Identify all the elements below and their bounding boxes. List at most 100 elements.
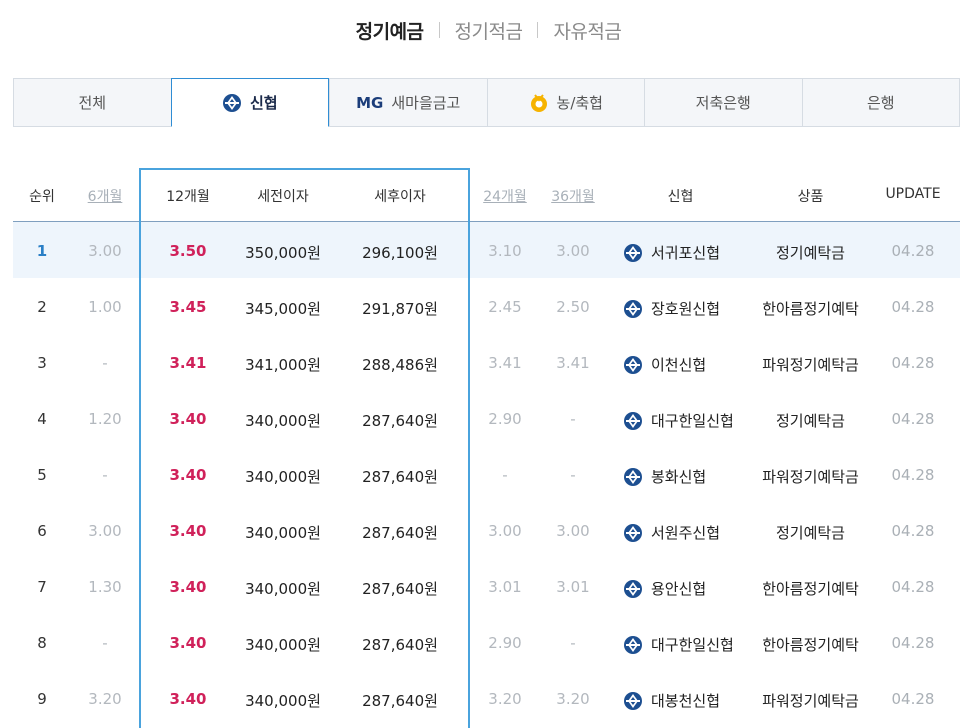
header-update: UPDATE	[885, 186, 941, 202]
cell-update: 04.28	[891, 690, 935, 708]
cell-aftertax-interest: 287,640원	[362, 412, 438, 430]
tab-free-savings[interactable]: 자유적금	[553, 17, 621, 44]
table-row[interactable]: 3 - 3.41 341,000원 288,486원 3.41 3.41 이천신협 파워정기예탁…	[13, 334, 960, 390]
cell-product: 파워정기예탁금	[762, 692, 859, 710]
table-row[interactable]: 9 3.20 3.40 340,000원 287,640원 3.20 3.20 대봉천신협 파워…	[13, 670, 960, 726]
cell-update: 04.28	[891, 242, 935, 260]
cell-24month: 3.10	[488, 242, 522, 260]
cell-pretax-interest: 340,000원	[245, 580, 321, 598]
tab-time-deposit[interactable]: 정기예금	[356, 17, 424, 44]
cell-24month: 3.41	[488, 354, 522, 372]
tab-all[interactable]: 전체	[13, 79, 171, 126]
cell-update: 04.28	[891, 466, 935, 484]
bank-name[interactable]: 대봉천신협	[651, 690, 720, 711]
table-row[interactable]: 5 - 3.40 340,000원 287,640원 - - 봉화신협 파워정기예탁금 04.28	[13, 446, 960, 502]
cell-product: 정기예탁금	[775, 524, 845, 542]
shinhyup-icon	[623, 579, 643, 599]
shinhyup-icon	[623, 523, 643, 543]
cell-36month: 3.00	[556, 522, 590, 540]
tab-label: 은행	[866, 94, 895, 112]
cell-12month-rate: 3.40	[169, 690, 207, 708]
cell-update: 04.28	[891, 298, 935, 316]
cell-6month: -	[102, 466, 108, 484]
cell-update: 04.28	[891, 634, 935, 652]
tab-shinhyup[interactable]: 신협	[170, 78, 329, 127]
cell-pretax-interest: 345,000원	[245, 300, 321, 318]
header-aftertax-interest: 세후이자	[374, 189, 426, 205]
nonghyup-icon	[530, 93, 547, 112]
cell-aftertax-interest: 287,640원	[362, 468, 438, 486]
tab-saemaeul[interactable]: MG 새마을금고	[329, 79, 487, 126]
cell-pretax-interest: 340,000원	[245, 468, 321, 486]
cell-24month: -	[502, 466, 508, 484]
cell-rank: 8	[37, 634, 47, 652]
table-row[interactable]: 6 3.00 3.40 340,000원 287,640원 3.00 3.00 서원주신협 정기…	[13, 502, 960, 558]
bank-name[interactable]: 대구한일신협	[651, 634, 734, 655]
cell-rank: 1	[36, 242, 48, 260]
cell-36month: -	[570, 410, 576, 428]
cell-6month: -	[102, 354, 108, 372]
shinhyup-icon	[222, 93, 241, 112]
cell-36month: 3.01	[556, 578, 590, 596]
shinhyup-icon	[623, 355, 643, 375]
cell-12month-rate: 3.40	[169, 466, 207, 484]
table-header: 순위 6개월 12개월 세전이자 세후이자 24개월 36개월 신협 상품 UP…	[13, 168, 960, 222]
table-row[interactable]: 8 - 3.40 340,000원 287,640원 2.90 - 대구한일신협 한아름정기예탁…	[13, 614, 960, 670]
tab-bank[interactable]: 은행	[801, 79, 960, 126]
tab-label: 농/축협	[556, 94, 603, 112]
table-row[interactable]: 4 1.20 3.40 340,000원 287,640원 2.90 - 대구한일신협 정기예탁…	[13, 390, 960, 446]
cell-12month-rate: 3.40	[169, 410, 207, 428]
cell-36month: 3.41	[556, 354, 590, 372]
cell-6month: 3.00	[88, 242, 122, 260]
cell-pretax-interest: 350,000원	[245, 244, 321, 262]
bank-name[interactable]: 서원주신협	[651, 522, 720, 543]
header-rank: 순위	[29, 189, 55, 205]
table-row[interactable]: 2 1.00 3.45 345,000원 291,870원 2.45 2.50 장호원신협 한아…	[13, 278, 960, 334]
cell-rank: 5	[37, 466, 47, 484]
tab-divider	[537, 22, 539, 38]
tab-label: 신협	[249, 94, 278, 112]
bank-name[interactable]: 봉화신협	[651, 466, 706, 487]
cell-bank: 봉화신협	[623, 466, 753, 487]
cell-update: 04.28	[891, 410, 935, 428]
cell-aftertax-interest: 291,870원	[362, 300, 438, 318]
bank-name[interactable]: 서귀포신협	[651, 242, 720, 263]
table-row[interactable]: 7 1.30 3.40 340,000원 287,640원 3.01 3.01 용안신협 한아름…	[13, 558, 960, 614]
shinhyup-icon	[623, 411, 643, 431]
tab-installment-savings[interactable]: 정기적금	[455, 17, 523, 44]
tab-label: 전체	[78, 94, 107, 112]
cell-aftertax-interest: 287,640원	[362, 636, 438, 654]
cell-12month-rate: 3.40	[169, 522, 207, 540]
tab-nonghyup[interactable]: 농/축협	[486, 79, 644, 126]
table-row[interactable]: 1 3.00 3.50 350,000원 296,100원 3.10 3.00 서귀포신협 정기…	[13, 222, 960, 278]
cell-product: 한아름정기예탁	[762, 580, 859, 598]
cell-aftertax-interest: 287,640원	[362, 580, 438, 598]
shinhyup-icon	[623, 635, 643, 655]
bank-name[interactable]: 용안신협	[651, 578, 706, 599]
cell-rank: 2	[37, 298, 47, 316]
cell-product: 한아름정기예탁	[762, 300, 859, 318]
cell-aftertax-interest: 287,640원	[362, 692, 438, 710]
tab-savings-bank[interactable]: 저축은행	[644, 79, 802, 126]
cell-6month: 1.20	[88, 410, 122, 428]
bank-name[interactable]: 이천신협	[651, 354, 706, 375]
header-12month[interactable]: 12개월	[153, 186, 223, 206]
cell-24month: 3.01	[488, 578, 522, 596]
mg-logo: MG	[356, 93, 384, 112]
cell-36month: 3.20	[556, 690, 590, 708]
cell-36month: 3.00	[556, 242, 590, 260]
bank-name[interactable]: 장호원신협	[651, 298, 720, 319]
header-24month[interactable]: 24개월	[473, 186, 537, 206]
cell-bank: 대봉천신협	[623, 690, 753, 711]
cell-update: 04.28	[891, 354, 935, 372]
cell-bank: 용안신협	[623, 578, 753, 599]
cell-update: 04.28	[891, 522, 935, 540]
header-6month[interactable]: 6개월	[75, 186, 135, 206]
shinhyup-icon	[623, 299, 643, 319]
tab-label: 새마을금고	[391, 94, 461, 112]
cell-bank: 장호원신협	[623, 298, 753, 319]
bank-name[interactable]: 대구한일신협	[651, 410, 734, 431]
cell-rank: 9	[37, 690, 47, 708]
cell-24month: 2.90	[488, 410, 522, 428]
header-36month[interactable]: 36개월	[541, 186, 605, 206]
